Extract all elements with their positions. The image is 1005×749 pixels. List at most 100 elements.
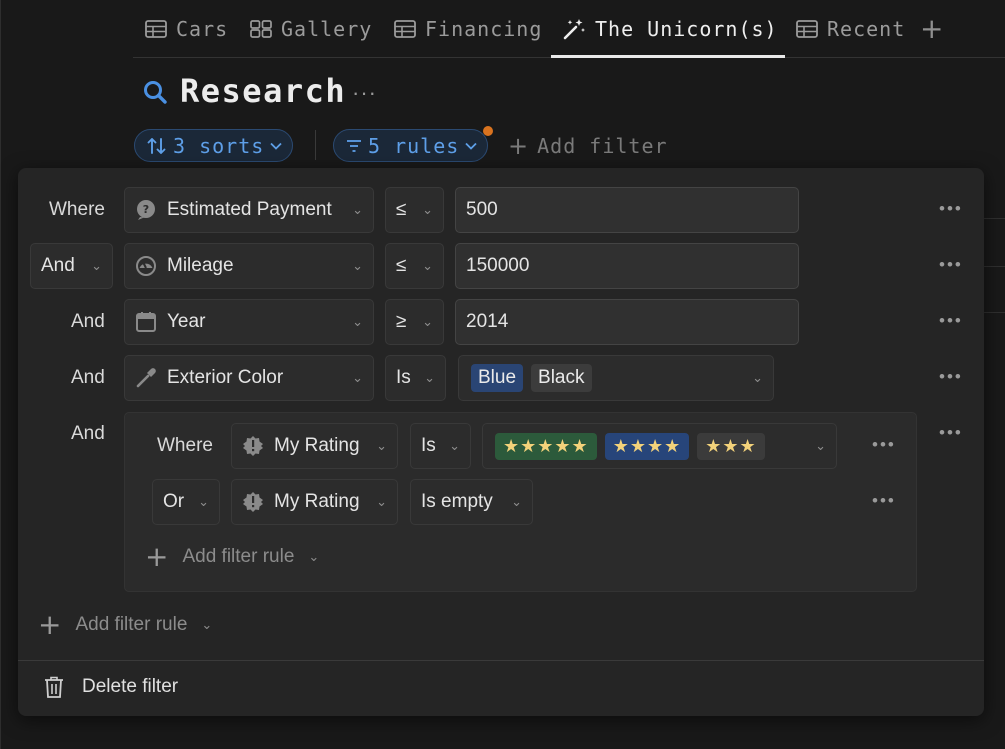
more-options-button[interactable]: ··· <box>352 80 377 106</box>
value-input[interactable]: 2014 <box>455 299 799 345</box>
conjunction-label: Or <box>163 491 185 512</box>
property-select-mileage[interactable]: Mileage ⌄ <box>124 243 374 289</box>
add-filter-label: Add filter <box>537 134 668 158</box>
operator-select[interactable]: Is ⌄ <box>385 355 446 401</box>
operator-select[interactable]: Is empty ⌄ <box>410 479 533 525</box>
left-edge <box>0 0 1 749</box>
property-label: My Rating <box>274 491 360 512</box>
tab-label: The Unicorn(s) <box>595 17 778 41</box>
rule-more-button[interactable]: ••• <box>872 435 896 455</box>
rating-icon <box>243 436 263 456</box>
property-select-year[interactable]: Year ⌄ <box>124 299 374 345</box>
chevron-down-icon: ⌄ <box>376 438 387 453</box>
conjunction-select[interactable]: And ⌄ <box>30 243 113 289</box>
tab-label: Recent <box>827 17 906 41</box>
chevron-down-icon: ⌄ <box>198 494 209 509</box>
tab-cars[interactable]: Cars <box>145 14 228 44</box>
operator-select[interactable]: Is ⌄ <box>410 423 471 469</box>
chevron-down-icon: ⌄ <box>422 314 433 329</box>
table-icon <box>394 20 416 38</box>
sorts-label: 3 sorts <box>173 133 265 158</box>
view-tabs: Cars Gallery Financing The Unicorn(s) Re… <box>133 0 1005 58</box>
tab-financing[interactable]: Financing <box>394 14 542 44</box>
chevron-down-icon: ⌄ <box>449 438 460 453</box>
add-filter-button[interactable]: + Add filter <box>508 132 668 160</box>
plus-icon: + <box>145 540 169 573</box>
conjunction-label: And <box>41 255 75 276</box>
eyedropper-icon <box>136 368 156 388</box>
sort-arrows-icon <box>147 137 166 154</box>
property-label: Exterior Color <box>167 367 284 388</box>
plus-icon: + <box>508 132 530 160</box>
conjunction-label: Where <box>157 435 213 456</box>
chevron-down-icon: ⌄ <box>308 549 320 564</box>
chevron-down-icon <box>465 142 477 150</box>
formula-icon: ? <box>137 200 155 220</box>
filter-icon <box>347 139 361 152</box>
rules-button[interactable]: 5 rules <box>333 129 489 162</box>
property-select-my-rating[interactable]: My Rating ⌄ <box>231 479 398 525</box>
rule-more-button[interactable]: ••• <box>872 491 896 511</box>
add-view-button[interactable]: + <box>920 14 943 44</box>
tab-gallery[interactable]: Gallery <box>250 14 372 44</box>
conjunction-label: And <box>71 311 105 332</box>
sorts-button[interactable]: 3 sorts <box>134 129 294 162</box>
chevron-down-icon: ⌄ <box>91 258 102 273</box>
property-label: My Rating <box>274 435 360 456</box>
rule-more-button[interactable]: ••• <box>939 367 963 387</box>
operator-select[interactable]: ≤ ⌄ <box>385 243 444 289</box>
delete-filter-button[interactable]: Delete filter <box>44 676 178 698</box>
multi-select-value[interactable]: ★★★★★ ★★★★ ★★★ ⌄ <box>482 423 837 469</box>
chevron-down-icon: ⌄ <box>752 370 763 385</box>
rule-more-button[interactable]: ••• <box>939 255 963 275</box>
property-select-estimated-payment[interactable]: ? Estimated Payment ⌄ <box>124 187 374 233</box>
operator-label: ≤ <box>396 255 407 276</box>
conjunction-label: Where <box>49 199 105 220</box>
property-select-exterior-color[interactable]: Exterior Color ⌄ <box>124 355 374 401</box>
gauge-icon <box>136 256 156 276</box>
panel-divider <box>18 660 984 661</box>
value-input[interactable]: 500 <box>455 187 799 233</box>
add-rule-label: Add filter rule <box>75 614 188 635</box>
chevron-down-icon: ⌄ <box>422 202 433 217</box>
conjunction-select[interactable]: Or ⌄ <box>152 479 220 525</box>
plus-icon: + <box>38 608 62 641</box>
tag-blue: Blue <box>471 364 524 392</box>
chevron-down-icon: ⌄ <box>352 202 363 217</box>
table-icon <box>796 20 818 38</box>
property-label: Mileage <box>167 255 234 276</box>
operator-select[interactable]: ≥ ⌄ <box>385 299 444 345</box>
tag-five-stars: ★★★★★ <box>495 432 597 460</box>
tab-label: Financing <box>425 17 543 41</box>
chevron-down-icon: ⌄ <box>815 438 826 453</box>
calendar-icon <box>136 312 156 332</box>
conjunction-label: And <box>71 423 105 444</box>
property-select-my-rating[interactable]: My Rating ⌄ <box>231 423 398 469</box>
active-tab-indicator <box>551 55 785 58</box>
value-input[interactable]: 150000 <box>455 243 799 289</box>
property-label: Year <box>167 311 206 332</box>
chevron-down-icon: ⌄ <box>352 314 363 329</box>
chevron-down-icon: ⌄ <box>422 258 433 273</box>
conjunction-label: And <box>71 367 105 388</box>
delete-filter-label: Delete filter <box>82 676 179 697</box>
property-label: Estimated Payment <box>167 199 332 220</box>
trash-icon <box>45 676 63 698</box>
tab-the-unicorns[interactable]: The Unicorn(s) <box>562 14 778 44</box>
magic-wand-icon <box>563 19 585 40</box>
operator-label: Is <box>396 367 411 388</box>
operator-select[interactable]: ≤ ⌄ <box>385 187 444 233</box>
rating-icon <box>243 492 263 512</box>
rule-more-button[interactable]: ••• <box>939 311 963 331</box>
multi-select-value[interactable]: Blue Black ⌄ <box>458 355 774 401</box>
group-more-button[interactable]: ••• <box>939 423 963 443</box>
tab-recent[interactable]: Recent <box>796 14 905 44</box>
rule-more-button[interactable]: ••• <box>939 199 963 219</box>
tab-label: Gallery <box>281 17 373 41</box>
add-filter-rule-button[interactable]: + Add filter rule ⌄ <box>38 608 212 641</box>
page-title: Research <box>180 72 347 110</box>
operator-label: ≥ <box>396 311 407 332</box>
operator-label: Is <box>421 435 436 456</box>
operator-label: Is empty <box>421 491 493 512</box>
group-add-filter-rule-button[interactable]: + Add filter rule ⌄ <box>145 540 320 573</box>
